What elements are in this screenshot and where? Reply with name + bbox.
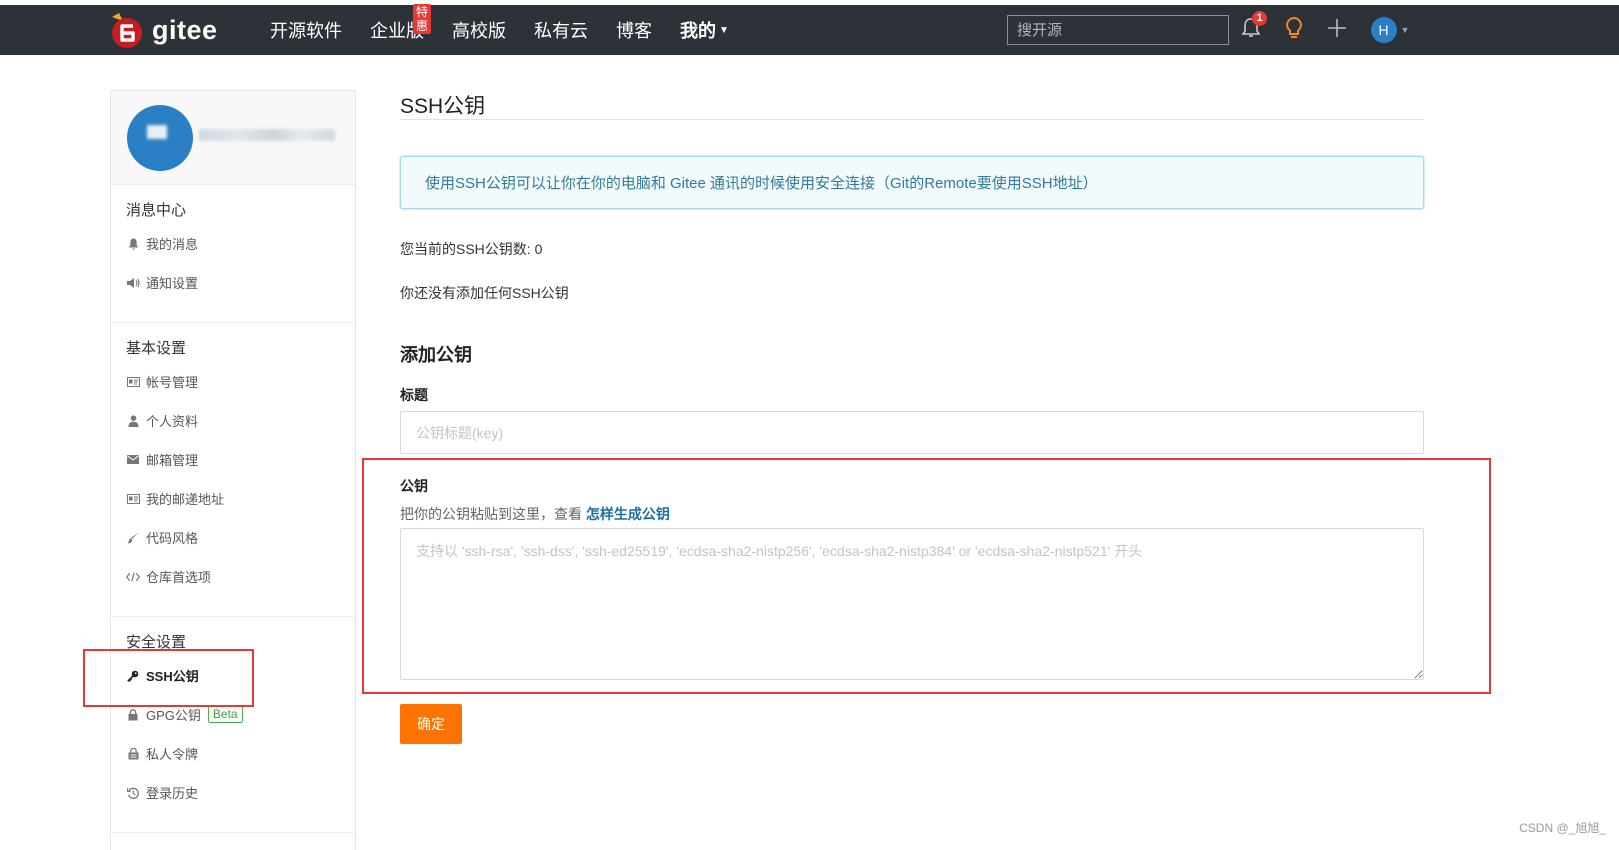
sidebar-item-label: 代码风格 xyxy=(146,531,199,546)
profile-card xyxy=(111,91,355,185)
section-title: 基本设置 xyxy=(126,340,187,357)
top-navbar: gitee 开源软件 企业版 特惠 高校版 私有云 博客 我的 ▼ 1 H xyxy=(0,4,1619,55)
sidebar-item-label: 帐号管理 xyxy=(146,375,199,390)
beta-badge: Beta xyxy=(207,706,243,723)
sidebar-item-login-history[interactable]: 登录历史 xyxy=(126,773,355,812)
ssh-key-empty-state: 你还没有添加任何SSH公钥 xyxy=(400,285,569,301)
section-title: 消息中心 xyxy=(126,202,187,219)
envelope-icon xyxy=(126,455,140,464)
lock-icon xyxy=(126,708,140,721)
gitee-logo[interactable]: gitee xyxy=(110,12,218,48)
nav-enterprise[interactable]: 企业版 特惠 xyxy=(370,4,432,43)
user-icon xyxy=(126,414,140,427)
sidebar-item-private-tokens[interactable]: 私人令牌 xyxy=(126,734,355,773)
nav-blog[interactable]: 博客 xyxy=(616,17,652,43)
brand-name: gitee xyxy=(152,14,218,45)
caret-down-icon: ▼ xyxy=(719,24,729,36)
annotation-box-ssh-menu xyxy=(83,649,254,707)
bell-icon xyxy=(126,238,140,250)
key-title-input[interactable] xyxy=(400,411,1424,454)
settings-sidebar: 消息中心 我的消息 通知设置 基本设置 帐号管理 个人资料 邮箱管理 我的邮递地… xyxy=(110,90,356,850)
username-blurred xyxy=(199,129,335,141)
annotation-box-public-key xyxy=(362,458,1491,694)
sidebar-item-label: 我的消息 xyxy=(146,237,199,252)
address-card-icon xyxy=(126,493,140,504)
page-title: SSH公钥 xyxy=(400,86,1424,120)
avatar-initials-blurred xyxy=(147,125,167,139)
sidebar-item-label: GPG公钥 xyxy=(146,708,201,723)
lightbulb-button[interactable] xyxy=(1283,16,1305,45)
sidebar-item-label: 个人资料 xyxy=(146,414,199,429)
code-icon xyxy=(126,572,140,582)
add-key-heading: 添加公钥 xyxy=(400,345,472,365)
csdn-watermark: CSDN @_旭旭_ xyxy=(1519,821,1606,835)
search-input[interactable] xyxy=(1007,15,1229,45)
gitee-logo-icon xyxy=(110,13,144,48)
history-icon xyxy=(126,787,140,799)
sidebar-item-repo-preferences[interactable]: 仓库首选项 xyxy=(126,557,355,596)
ssh-key-count: 您当前的SSH公钥数: 0 xyxy=(400,241,543,257)
nav-university[interactable]: 高校版 xyxy=(452,17,506,43)
nav-private-cloud[interactable]: 私有云 xyxy=(534,17,588,43)
sidebar-item-label: 私人令牌 xyxy=(146,747,199,762)
sidebar-item-code-style[interactable]: 代码风格 xyxy=(126,518,355,557)
nav-mine-label: 我的 xyxy=(680,21,716,41)
notifications-button[interactable]: 1 xyxy=(1240,11,1267,43)
sidebar-item-label: 仓库首选项 xyxy=(146,570,212,585)
volume-icon xyxy=(126,277,140,289)
sidebar-item-label: 通知设置 xyxy=(146,276,199,291)
section-basic-settings: 基本设置 帐号管理 个人资料 邮箱管理 我的邮递地址 代码风格 仓库首选项 xyxy=(111,323,355,617)
sidebar-item-my-messages[interactable]: 我的消息 xyxy=(126,224,355,263)
main-nav: 开源软件 企业版 特惠 高校版 私有云 博客 我的 ▼ xyxy=(270,4,757,55)
sidebar-item-label: 邮箱管理 xyxy=(146,453,199,468)
plus-icon xyxy=(1327,18,1347,43)
sidebar-item-mailing-address[interactable]: 我的邮递地址 xyxy=(126,479,355,518)
brush-icon xyxy=(126,532,140,544)
ssh-info-text: 使用SSH公钥可以让你在你的电脑和 Gitee 通讯的时候使用安全连接（Git的… xyxy=(425,175,1098,192)
promo-badge: 特惠 xyxy=(413,4,432,34)
sidebar-item-label: 登录历史 xyxy=(146,786,199,801)
user-menu[interactable]: H ▼ xyxy=(1368,17,1412,43)
sidebar-item-profile[interactable]: 个人资料 xyxy=(126,401,355,440)
token-icon xyxy=(126,747,140,760)
nav-mine[interactable]: 我的 ▼ xyxy=(680,17,729,43)
sidebar-item-notification-settings[interactable]: 通知设置 xyxy=(126,263,355,302)
sidebar-item-email[interactable]: 邮箱管理 xyxy=(126,440,355,479)
section-messages: 消息中心 我的消息 通知设置 xyxy=(111,185,355,323)
nav-open-source[interactable]: 开源软件 xyxy=(270,17,342,43)
sidebar-item-label: 我的邮递地址 xyxy=(146,492,225,507)
id-card-icon xyxy=(126,376,140,387)
lightbulb-icon xyxy=(1284,16,1304,45)
user-avatar: H xyxy=(1370,17,1397,43)
title-label: 标题 xyxy=(400,387,428,403)
create-button[interactable] xyxy=(1326,17,1348,43)
notification-count-badge: 1 xyxy=(1252,11,1267,26)
confirm-button[interactable]: 确定 xyxy=(400,704,462,744)
sidebar-item-account[interactable]: 帐号管理 xyxy=(126,362,355,401)
chevron-down-icon: ▼ xyxy=(1400,25,1410,35)
ssh-info-alert: 使用SSH公钥可以让你在你的电脑和 Gitee 通讯的时候使用安全连接（Git的… xyxy=(400,156,1424,209)
